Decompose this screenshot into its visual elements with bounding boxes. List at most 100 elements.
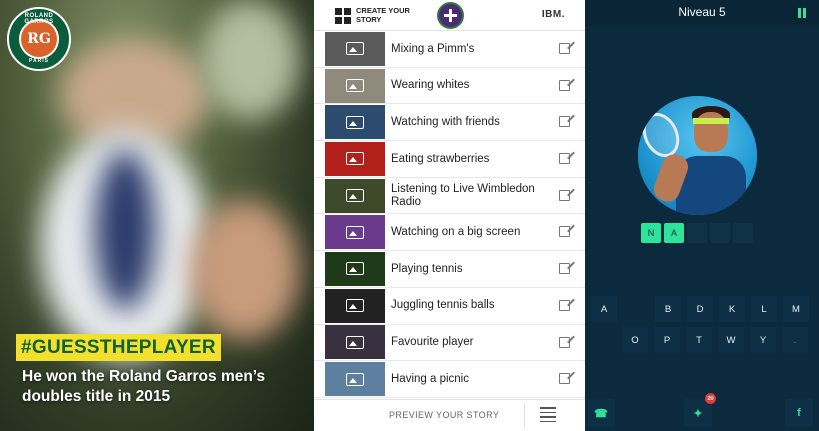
story-row[interactable]: Wearing whites (314, 68, 585, 105)
story-thumbnail (325, 325, 385, 360)
edit-icon[interactable] (559, 79, 570, 91)
image-icon (346, 372, 364, 386)
edit-icon[interactable] (559, 189, 570, 201)
letter-key[interactable]: M (783, 296, 809, 322)
story-label: Mixing a Pimm's (391, 42, 475, 55)
edit-icon[interactable] (559, 263, 570, 275)
letter-key[interactable]: L (751, 296, 777, 322)
story-label: Wearing whites (391, 79, 470, 92)
letter-key[interactable]: A (591, 296, 617, 322)
create-story-button[interactable]: CREATE YOUR STORY (356, 6, 416, 24)
story-thumbnail (325, 105, 385, 140)
image-icon (346, 189, 364, 203)
phone-icon[interactable]: ☎ (587, 399, 615, 427)
story-thumbnail (325, 215, 385, 250)
edit-icon[interactable] (559, 336, 570, 348)
letter-key[interactable]: Y (750, 327, 776, 353)
racket-cross-icon (444, 9, 457, 22)
wimbledon-footer: PREVIEW YOUR STORY (314, 399, 585, 431)
story-thumbnail (325, 141, 385, 176)
answer-slot[interactable]: A (664, 223, 684, 243)
story-row[interactable]: Playing tennis (314, 251, 585, 288)
reorder-icon[interactable] (540, 407, 556, 425)
hint-count-badge: 20 (705, 393, 716, 404)
story-label: Playing tennis (391, 262, 463, 275)
footer-divider (524, 404, 525, 428)
blurred-player-arm (190, 200, 300, 340)
image-icon (346, 262, 364, 276)
wimbledon-panel: CREATE YOUR STORY IBM. Mixing a Pimm's We… (314, 0, 585, 431)
story-row[interactable]: Favourite player (314, 325, 585, 362)
logo-top-text: ROLAND GARROS (24, 13, 54, 25)
story-row[interactable]: Watching with friends (314, 104, 585, 142)
story-thumbnail (325, 362, 385, 397)
lightbulb-icon[interactable]: ✦ 20 (684, 393, 716, 427)
image-icon (346, 299, 364, 313)
level-title: Niveau 5 (678, 5, 726, 19)
wimbledon-header: CREATE YOUR STORY IBM. (314, 0, 585, 31)
letter-key[interactable]: . (782, 327, 808, 353)
story-thumbnail (325, 68, 385, 103)
edit-icon[interactable] (559, 153, 570, 165)
story-label: Eating strawberries (391, 152, 490, 165)
story-label: Juggling tennis balls (391, 299, 495, 312)
story-thumbnail (325, 288, 385, 323)
letter-key[interactable]: W (718, 327, 744, 353)
letter-key[interactable]: K (719, 296, 745, 322)
answer-slot[interactable] (710, 223, 730, 243)
image-icon (346, 79, 364, 93)
image-icon (346, 152, 364, 166)
letter-key[interactable]: T (686, 327, 712, 353)
preview-story-button[interactable]: PREVIEW YOUR STORY (389, 410, 499, 420)
facebook-glyph: f (797, 407, 801, 419)
edit-icon[interactable] (559, 373, 570, 385)
image-icon (346, 115, 364, 129)
letter-key[interactable]: B (655, 296, 681, 322)
edit-icon[interactable] (559, 226, 570, 238)
answer-slot[interactable] (733, 223, 753, 243)
story-row[interactable]: Listening to Live Wimbledon Radio (314, 178, 585, 215)
wimbledon-logo (437, 2, 464, 29)
quiz-caption: He won the Roland Garros men’s doubles t… (22, 368, 266, 405)
blurred-background (200, 0, 300, 120)
story-list: Mixing a Pimm's Wearing whites Watching wi… (314, 31, 585, 398)
story-row[interactable]: Having a picnic (314, 361, 585, 398)
story-row[interactable]: Juggling tennis balls (314, 288, 585, 325)
hint-bulb-glyph: ✦ (693, 407, 703, 420)
quiz-header: Niveau 5 (585, 0, 819, 26)
pause-icon[interactable] (797, 8, 807, 18)
hashtag-label: #GUESSTHEPLAYER (16, 334, 221, 361)
story-row[interactable]: Watching on a big screen (314, 214, 585, 252)
story-label: Having a picnic (391, 372, 469, 385)
story-label: Watching on a big screen (391, 226, 521, 239)
letter-key[interactable]: D (687, 296, 713, 322)
story-row[interactable]: Mixing a Pimm's (314, 31, 585, 68)
roland-garros-panel: ROLAND GARROS RG PARIS #GUESSTHEPLAYER H… (0, 0, 314, 431)
quiz-bottom-bar: ☎ ✦ 20 f (585, 393, 819, 431)
image-icon (346, 42, 364, 56)
logo-monogram: RG (19, 19, 59, 59)
answer-slot[interactable] (687, 223, 707, 243)
story-label: Watching with friends (391, 115, 500, 128)
answer-slot[interactable]: N (641, 223, 661, 243)
quiz-panel: Niveau 5 NA ABDKLM OPTWY. ☎ ✦ 20 f (585, 0, 819, 431)
edit-icon[interactable] (559, 43, 570, 54)
edit-icon[interactable] (559, 116, 570, 128)
edit-icon[interactable] (559, 299, 570, 311)
sponsor-logo: IBM. (541, 9, 565, 20)
story-thumbnail (325, 178, 385, 213)
letter-key[interactable]: P (654, 327, 680, 353)
image-icon (346, 335, 364, 349)
logo-bottom-text: PARIS (29, 58, 49, 64)
grid-menu-icon[interactable] (335, 8, 351, 24)
letter-key[interactable]: O (622, 327, 648, 353)
player-photo (638, 96, 757, 215)
answer-slots: NA (641, 223, 753, 243)
image-icon (346, 225, 364, 239)
story-thumbnail (325, 31, 385, 66)
story-label: Favourite player (391, 336, 474, 349)
story-thumbnail (325, 251, 385, 286)
blurred-player-stripe (95, 150, 155, 310)
facebook-icon[interactable]: f (785, 399, 813, 427)
story-row[interactable]: Eating strawberries (314, 141, 585, 178)
